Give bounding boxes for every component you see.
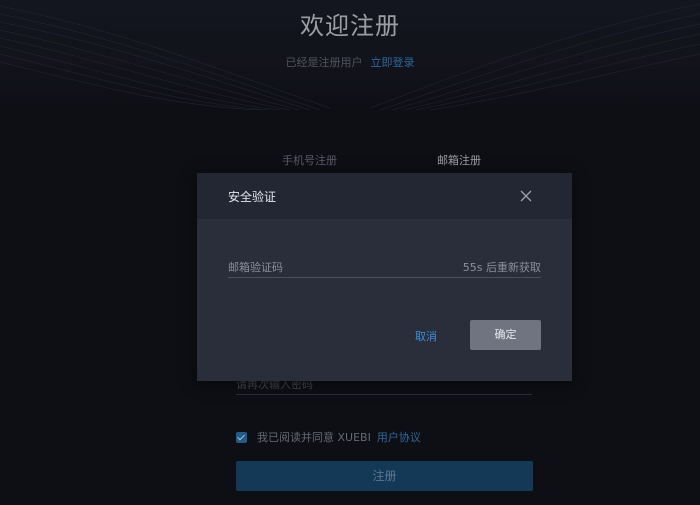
email-code-placeholder: 邮箱验证码	[228, 261, 283, 274]
confirm-button[interactable]: 确定	[470, 320, 541, 350]
close-icon[interactable]	[519, 189, 533, 203]
email-code-input[interactable]: 邮箱验证码 55s 后重新获取	[228, 257, 541, 278]
resend-countdown: 55s 后重新获取	[462, 261, 541, 274]
dialog-title: 安全验证	[228, 190, 277, 204]
security-verification-dialog: 安全验证 邮箱验证码 55s 后重新获取 取消 确定	[197, 173, 572, 381]
registration-page: 欢迎注册 已经是注册用户 立即登录 手机号注册 邮箱注册 请再次输入密码 我已阅读…	[0, 0, 700, 505]
dialog-header: 安全验证	[197, 173, 572, 219]
cancel-button[interactable]: 取消	[415, 328, 437, 344]
